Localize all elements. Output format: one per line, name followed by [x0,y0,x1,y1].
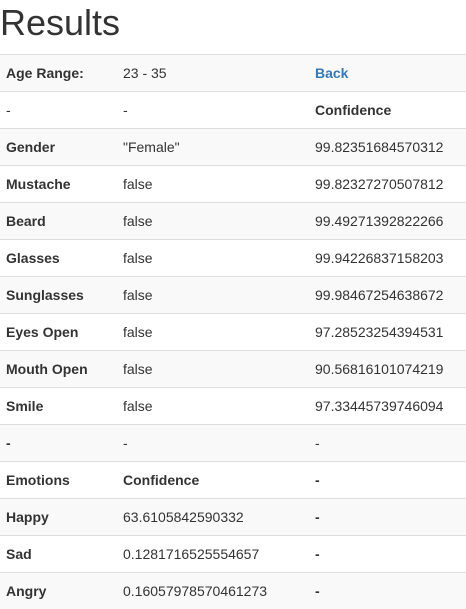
attribute-confidence: 97.33445739746094 [309,388,466,425]
emotions-header-confidence: Confidence [117,462,309,499]
attribute-confidence: 97.28523254394531 [309,314,466,351]
back-link[interactable]: Back [315,65,348,81]
attribute-name: Smile [0,388,117,425]
attribute-name: Glasses [0,240,117,277]
emotion-confidence: 63.6105842590332 [117,499,309,536]
table-row: Mustache false 99.82327270507812 [0,166,466,203]
emotions-header-row: Emotions Confidence - [0,462,466,499]
table-row: Beard false 99.49271392822266 [0,203,466,240]
back-cell: Back [309,55,466,92]
attribute-value: false [117,203,309,240]
emotions-header-label: Emotions [0,462,117,499]
attribute-confidence: 99.82327270507812 [309,166,466,203]
attribute-confidence: 99.82351684570312 [309,129,466,166]
emotion-extra: - [309,499,466,536]
attribute-name: Gender [0,129,117,166]
emotion-name: Happy [0,499,117,536]
attribute-confidence: 99.94226837158203 [309,240,466,277]
table-row: Happy 63.6105842590332 - [0,499,466,536]
table-row: Mouth Open false 90.56816101074219 [0,351,466,388]
separator-col2: - [117,425,309,462]
table-row: Angry 0.16057978570461273 - [0,573,466,609]
attributes-header-confidence: Confidence [309,92,466,129]
emotion-extra: - [309,536,466,573]
table-row: Eyes Open false 97.28523254394531 [0,314,466,351]
attributes-header-row: - - Confidence [0,92,466,129]
attribute-value: "Female" [117,129,309,166]
attribute-value: false [117,388,309,425]
age-range-label: Age Range: [0,55,117,92]
emotion-confidence: 0.1281716525554657 [117,536,309,573]
emotion-name: Angry [0,573,117,609]
attribute-confidence: 99.98467254638672 [309,277,466,314]
separator-row: - - - [0,425,466,462]
emotion-confidence: 0.16057978570461273 [117,573,309,609]
attribute-name: Eyes Open [0,314,117,351]
emotion-name: Sad [0,536,117,573]
attribute-confidence: 99.49271392822266 [309,203,466,240]
attribute-name: Mouth Open [0,351,117,388]
attribute-name: Sunglasses [0,277,117,314]
attribute-confidence: 90.56816101074219 [309,351,466,388]
separator-col1: - [0,425,117,462]
emotion-extra: - [309,573,466,609]
attributes-header-col1: - [0,92,117,129]
attribute-value: false [117,314,309,351]
table-row: Sad 0.1281716525554657 - [0,536,466,573]
page-title: Results [0,0,466,52]
separator-col3: - [309,425,466,462]
age-range-value: 23 - 35 [117,55,309,92]
attribute-value: false [117,166,309,203]
attribute-value: false [117,240,309,277]
attributes-header-col2: - [117,92,309,129]
table-row: Sunglasses false 99.98467254638672 [0,277,466,314]
age-range-row: Age Range: 23 - 35 Back [0,55,466,92]
emotions-header-col3: - [309,462,466,499]
attribute-value: false [117,277,309,314]
attribute-name: Mustache [0,166,117,203]
attribute-name: Beard [0,203,117,240]
table-row: Glasses false 99.94226837158203 [0,240,466,277]
table-row: Gender "Female" 99.82351684570312 [0,129,466,166]
attribute-value: false [117,351,309,388]
table-row: Smile false 97.33445739746094 [0,388,466,425]
results-table: Age Range: 23 - 35 Back - - Confidence G… [0,54,466,609]
